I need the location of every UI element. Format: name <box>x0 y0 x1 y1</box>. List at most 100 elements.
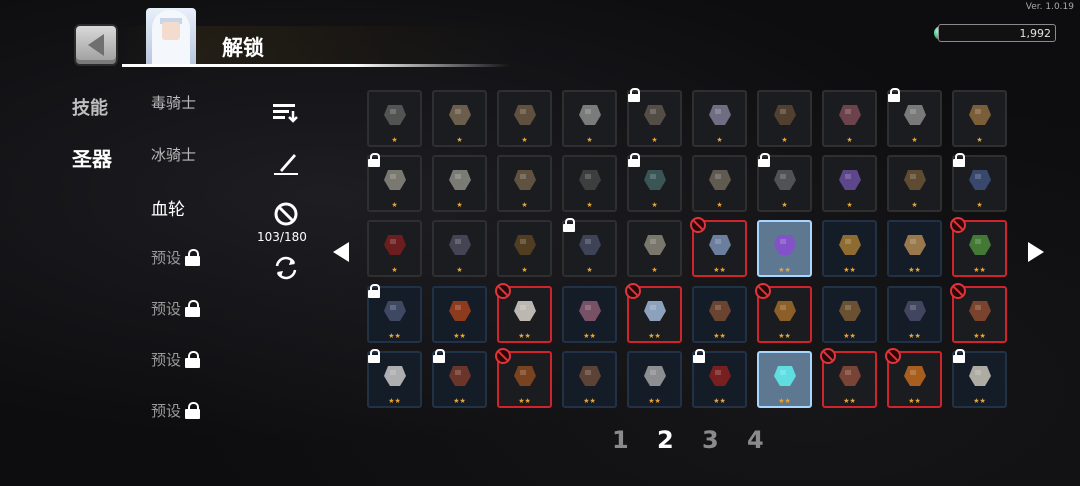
relic-slot[interactable]: ★ <box>497 90 552 147</box>
rarity-stars: ★ <box>716 201 723 209</box>
sword-icon <box>835 295 865 329</box>
relic-slot[interactable]: ★ <box>822 90 877 147</box>
relic-slot[interactable]: ★ <box>692 155 747 212</box>
relic-slot[interactable]: ★★ <box>950 283 1007 343</box>
relic-slot[interactable]: ★ <box>367 153 422 212</box>
refresh-button[interactable] <box>270 252 302 284</box>
relic-slot[interactable]: ★ <box>757 153 812 212</box>
relic-slot[interactable]: ★ <box>952 90 1007 147</box>
relic-slot[interactable]: ★ <box>562 155 617 212</box>
rarity-stars: ★★ <box>843 332 856 340</box>
relic-slot[interactable]: ★ <box>432 220 487 277</box>
back-button[interactable] <box>74 24 118 66</box>
page-number[interactable]: 2 <box>657 426 674 454</box>
relic-slot[interactable]: ★★ <box>692 286 747 343</box>
relic-slot[interactable]: ★ <box>432 90 487 147</box>
relic-slot[interactable]: ★ <box>952 153 1007 212</box>
relic-slot[interactable]: ★★ <box>367 349 422 408</box>
tab-skills[interactable]: 技能 <box>72 94 108 120</box>
boot-icon <box>770 99 800 133</box>
relic-slot[interactable]: ★★ <box>820 348 877 408</box>
quill-icon <box>380 164 410 198</box>
relic-slot[interactable]: ★★ <box>692 349 747 408</box>
relic-slot[interactable]: ★ <box>367 220 422 277</box>
rarity-stars: ★ <box>586 201 593 209</box>
relic-slot[interactable]: ★ <box>692 90 747 147</box>
forbid-toggle-button[interactable] <box>270 198 302 230</box>
relic-slot[interactable]: ★★ <box>625 283 682 343</box>
subcategory-item[interactable]: 预设 <box>151 298 201 319</box>
relic-slot[interactable]: ★★ <box>757 220 812 277</box>
relic-slot[interactable]: ★ <box>822 155 877 212</box>
subcategory-item[interactable]: 毒骑士 <box>151 92 196 113</box>
relic-slot[interactable]: ★ <box>562 218 617 277</box>
relic-slot[interactable]: ★★ <box>495 283 552 343</box>
relic-slot[interactable]: ★★ <box>822 286 877 343</box>
page-number[interactable]: 1 <box>612 426 629 454</box>
tab-relics[interactable]: 圣器 <box>72 143 112 172</box>
rarity-stars: ★★ <box>843 266 856 274</box>
purple-feather-icon <box>770 229 800 263</box>
relic-slot[interactable]: ★★ <box>822 220 877 277</box>
relic-slot[interactable]: ★ <box>887 155 942 212</box>
claw-icon <box>445 99 475 133</box>
relic-slot[interactable]: ★ <box>757 90 812 147</box>
subcategory-item[interactable]: 冰骑士 <box>151 144 196 165</box>
relic-slot[interactable]: ★★ <box>432 349 487 408</box>
rarity-stars: ★ <box>651 136 658 144</box>
prev-page-arrow[interactable] <box>333 242 349 262</box>
relic-slot[interactable]: ★★ <box>755 283 812 343</box>
relic-slot[interactable]: ★ <box>432 155 487 212</box>
relic-slot[interactable]: ★★ <box>627 351 682 408</box>
subcategory-item[interactable]: 预设 <box>151 400 201 421</box>
relic-slot[interactable]: ★ <box>627 88 682 147</box>
subcategory-item[interactable]: 预设 <box>151 247 201 268</box>
relic-slot[interactable]: ★★ <box>562 286 617 343</box>
subcategory-item[interactable]: 血轮 <box>151 195 185 220</box>
relic-slot[interactable]: ★★ <box>562 351 617 408</box>
relic-slot[interactable]: ★★ <box>432 286 487 343</box>
egg-icon <box>575 360 605 394</box>
lock-icon <box>887 88 901 102</box>
relic-slot[interactable]: ★ <box>627 220 682 277</box>
crystal-icon <box>705 229 735 263</box>
rarity-stars: ★★ <box>908 332 921 340</box>
rarity-stars: ★★ <box>843 397 856 405</box>
spider-leg-icon <box>900 99 930 133</box>
relic-slot[interactable]: ★ <box>367 90 422 147</box>
rarity-stars: ★★ <box>453 332 466 340</box>
relic-slot[interactable]: ★ <box>887 88 942 147</box>
serpent-icon <box>445 229 475 263</box>
relic-slot[interactable]: ★ <box>562 90 617 147</box>
rarity-stars: ★ <box>391 201 398 209</box>
relic-slot[interactable]: ★★ <box>887 286 942 343</box>
subcategory-label: 预设 <box>151 351 182 369</box>
page-number[interactable]: 3 <box>702 426 719 454</box>
sort-button[interactable] <box>270 96 302 128</box>
relic-slot[interactable]: ★★ <box>757 351 812 408</box>
relic-slot[interactable]: ★★ <box>367 284 422 343</box>
edit-button[interactable] <box>270 146 302 178</box>
lock-icon <box>184 402 201 419</box>
relic-slot[interactable]: ★★ <box>887 220 942 277</box>
relic-slot[interactable]: ★★ <box>952 349 1007 408</box>
page-number[interactable]: 4 <box>747 426 764 454</box>
subcategory-item[interactable]: 预设 <box>151 349 201 370</box>
relic-slot[interactable]: ★★ <box>690 217 747 277</box>
relic-slot[interactable]: ★ <box>627 153 682 212</box>
next-page-arrow[interactable] <box>1028 242 1044 262</box>
rarity-stars: ★ <box>391 266 398 274</box>
relic-slot[interactable]: ★ <box>497 220 552 277</box>
relic-slot[interactable]: ★★ <box>495 348 552 408</box>
ice-shard-icon <box>640 295 670 329</box>
relic-slot[interactable]: ★ <box>497 155 552 212</box>
relic-slot[interactable]: ★★ <box>885 348 942 408</box>
shell-icon <box>900 229 930 263</box>
rarity-stars: ★ <box>521 266 528 274</box>
pearl-icon <box>575 99 605 133</box>
relic-slot[interactable]: ★★ <box>950 217 1007 277</box>
forbid-icon <box>495 348 511 364</box>
pouch-icon <box>510 229 540 263</box>
pen-icon <box>274 154 298 175</box>
rarity-stars: ★ <box>781 201 788 209</box>
